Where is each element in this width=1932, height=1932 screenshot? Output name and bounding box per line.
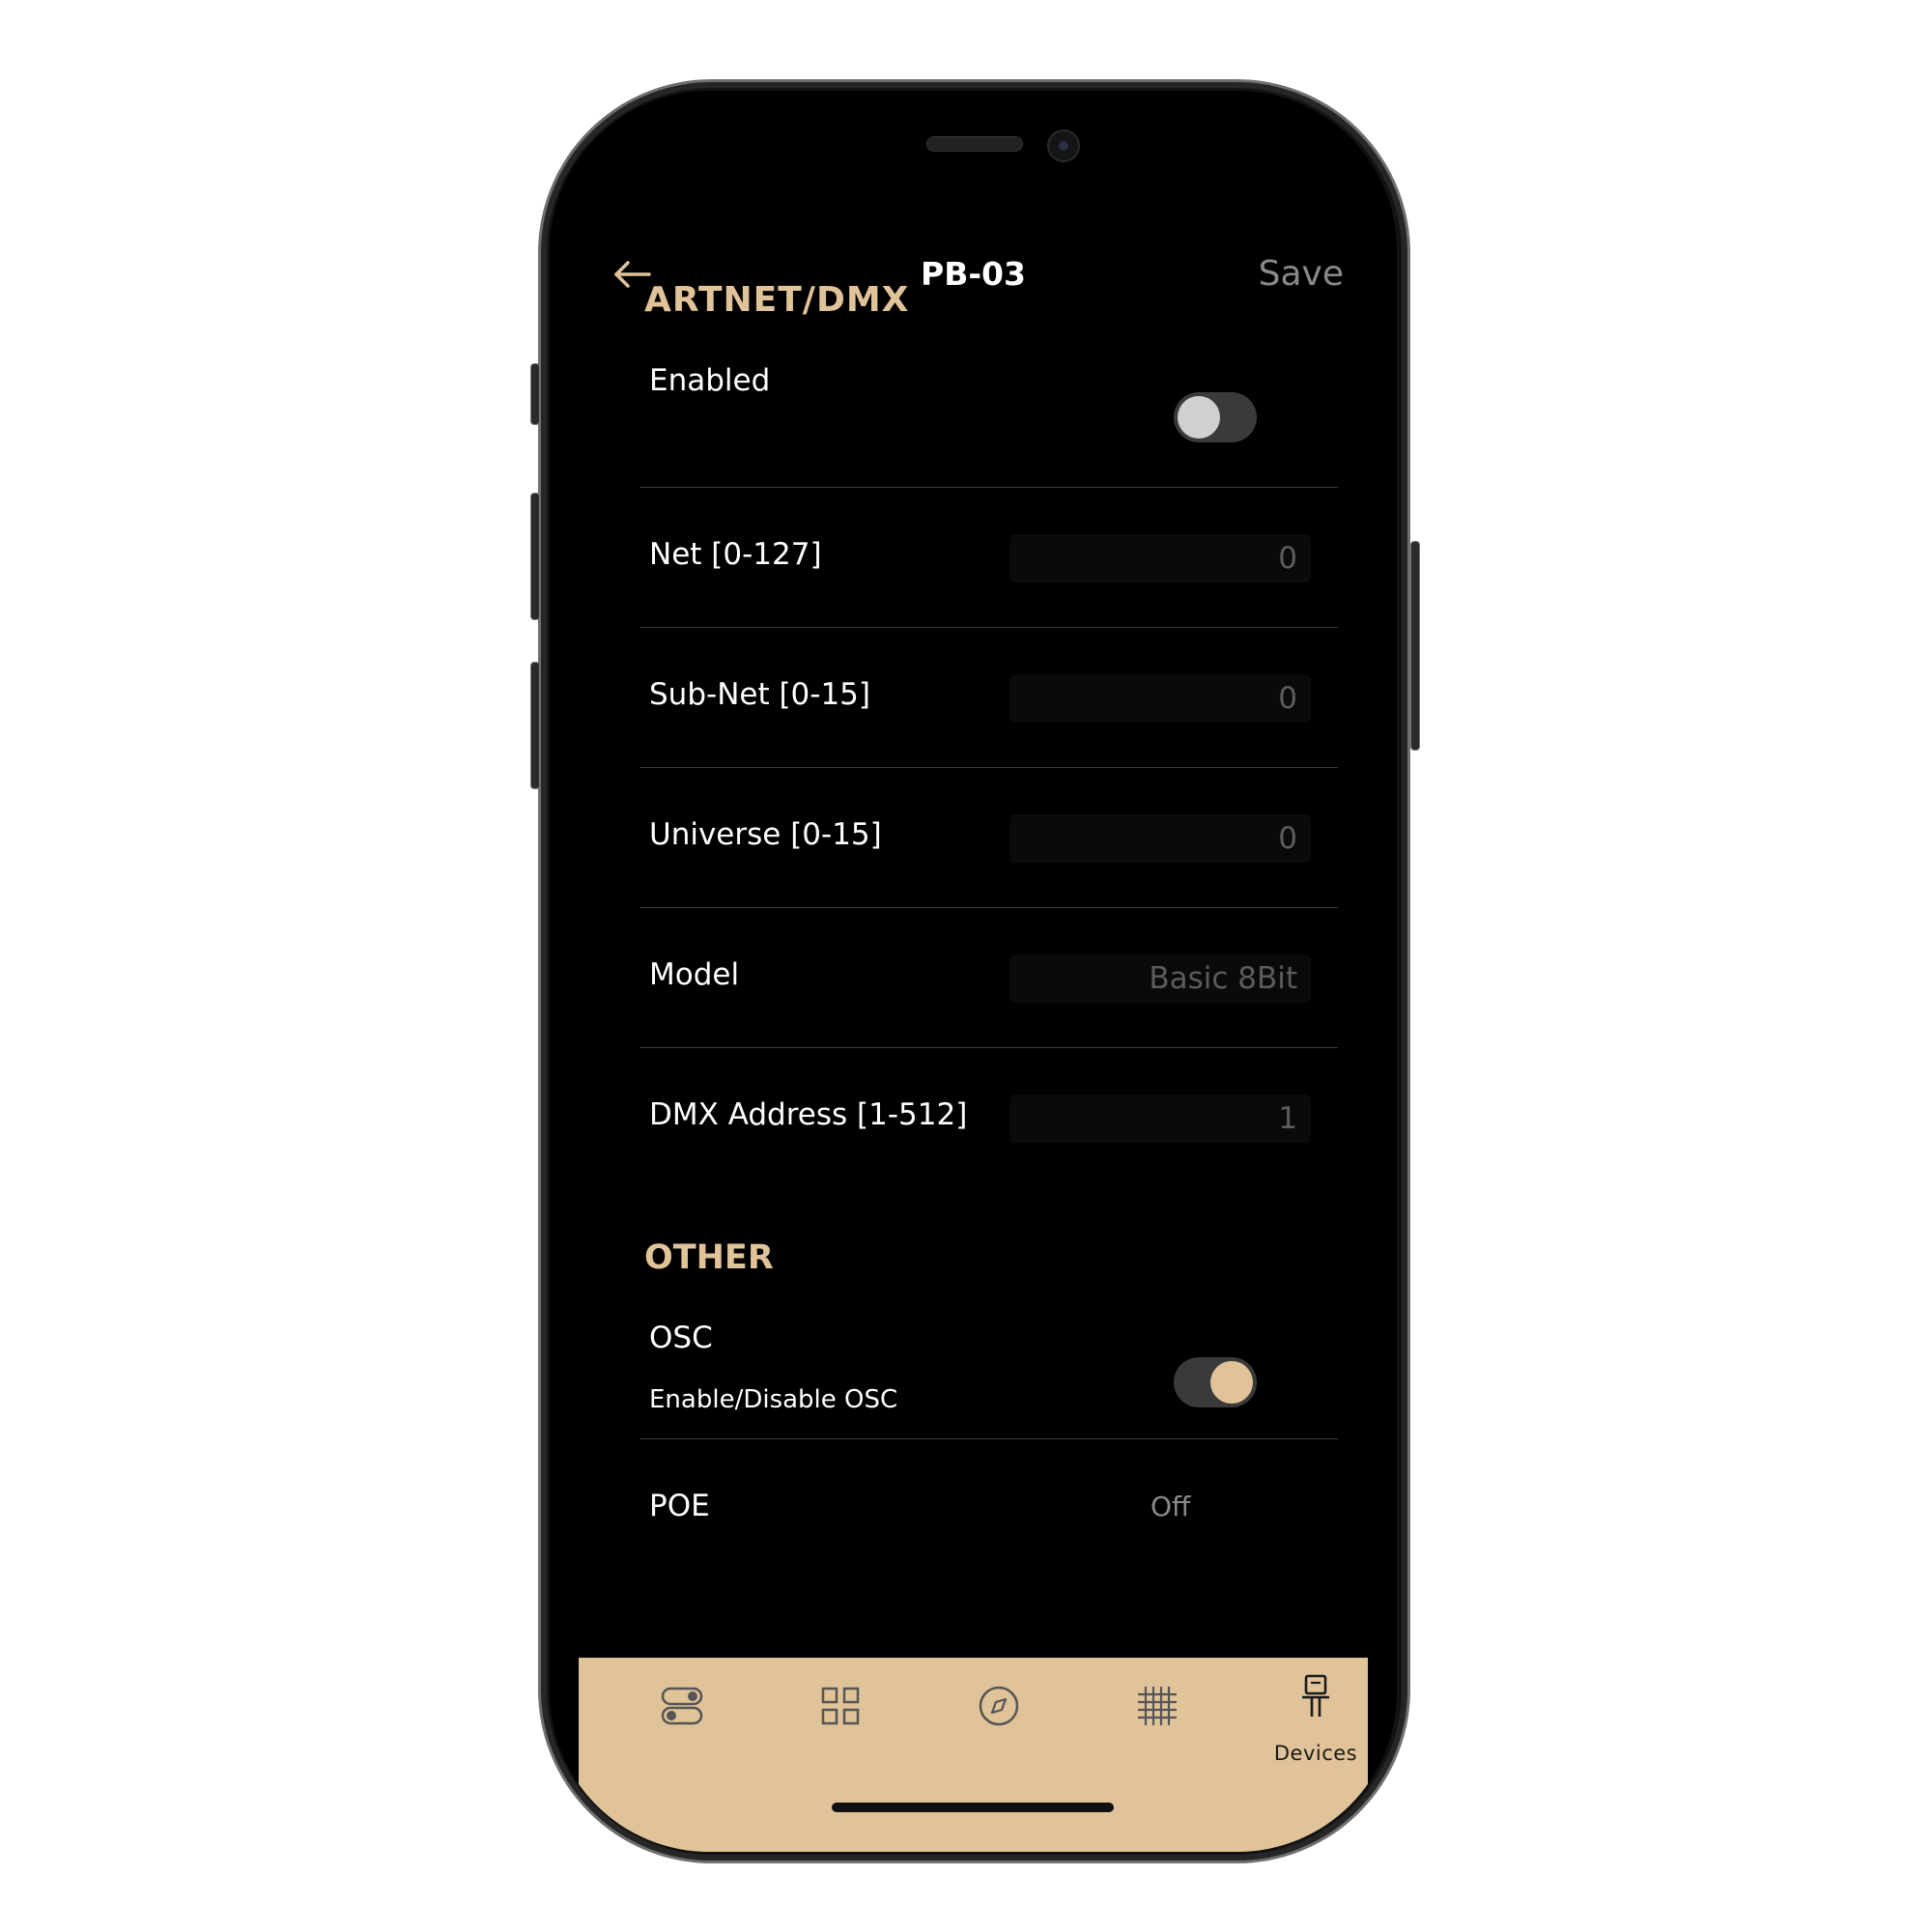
- tab-devices[interactable]: Devices: [1258, 1658, 1374, 1774]
- universe-row: Universe [0-15] 0: [639, 767, 1338, 908]
- tab-bar: Devices: [579, 1658, 1368, 1852]
- toggle-knob: [1178, 396, 1220, 439]
- model-row: Model Basic 8Bit: [639, 907, 1338, 1048]
- net-row: Net [0-127] 0: [639, 487, 1338, 628]
- enabled-toggle[interactable]: [1174, 392, 1257, 442]
- tab-devices-label: Devices: [1273, 1742, 1358, 1765]
- net-input[interactable]: 0: [1009, 534, 1311, 582]
- silent-switch: [530, 363, 540, 425]
- universe-label: Universe [0-15]: [649, 817, 882, 852]
- osc-row: OSC Enable/Disable OSC: [639, 1303, 1338, 1434]
- section-heading-artnet: ARTNET/DMX: [644, 284, 910, 320]
- dmx-address-row: DMX Address [1-512] 1: [639, 1047, 1338, 1188]
- volume-down-button: [530, 662, 540, 789]
- net-label: Net [0-127]: [649, 537, 822, 572]
- app-screen: PB-03 Save ARTNET/DMX Enabled Net [0-127…: [550, 91, 1397, 1852]
- subnet-input[interactable]: 0: [1009, 674, 1311, 723]
- grid-icon: [821, 1687, 860, 1725]
- model-label: Model: [649, 957, 740, 992]
- speaker-grille: [926, 136, 1023, 152]
- osc-toggle[interactable]: [1174, 1357, 1257, 1407]
- toggles-icon: [661, 1687, 703, 1725]
- enabled-label: Enabled: [649, 363, 771, 398]
- front-camera: [1047, 129, 1080, 162]
- enabled-row: Enabled: [639, 352, 1338, 468]
- tab-matrix[interactable]: [1099, 1658, 1215, 1774]
- toggle-knob: [1210, 1361, 1253, 1404]
- tab-controls[interactable]: [624, 1658, 740, 1774]
- universe-input[interactable]: 0: [1009, 814, 1311, 863]
- osc-label: OSC: [649, 1321, 713, 1355]
- tab-explore[interactable]: [941, 1658, 1057, 1774]
- osc-description: Enable/Disable OSC: [649, 1385, 898, 1414]
- power-button: [1410, 541, 1420, 751]
- dmx-address-input[interactable]: 1: [1009, 1094, 1311, 1143]
- subnet-label: Sub-Net [0-15]: [649, 677, 871, 712]
- home-indicator[interactable]: [832, 1803, 1114, 1812]
- tab-dashboard[interactable]: [782, 1658, 898, 1774]
- dmx-address-label: DMX Address [1-512]: [649, 1097, 968, 1132]
- device-icon: [1302, 1674, 1329, 1717]
- subnet-row: Sub-Net [0-15] 0: [639, 627, 1338, 768]
- poe-row[interactable]: POE Off: [639, 1438, 1338, 1554]
- hash-grid-icon: [1138, 1687, 1177, 1725]
- poe-value: Off: [1151, 1491, 1191, 1522]
- poe-label: POE: [649, 1489, 710, 1523]
- section-heading-other: OTHER: [644, 1238, 774, 1277]
- volume-up-button: [530, 493, 540, 620]
- compass-icon: [979, 1686, 1019, 1726]
- model-select[interactable]: Basic 8Bit: [1009, 954, 1311, 1003]
- save-button[interactable]: Save: [1259, 245, 1344, 303]
